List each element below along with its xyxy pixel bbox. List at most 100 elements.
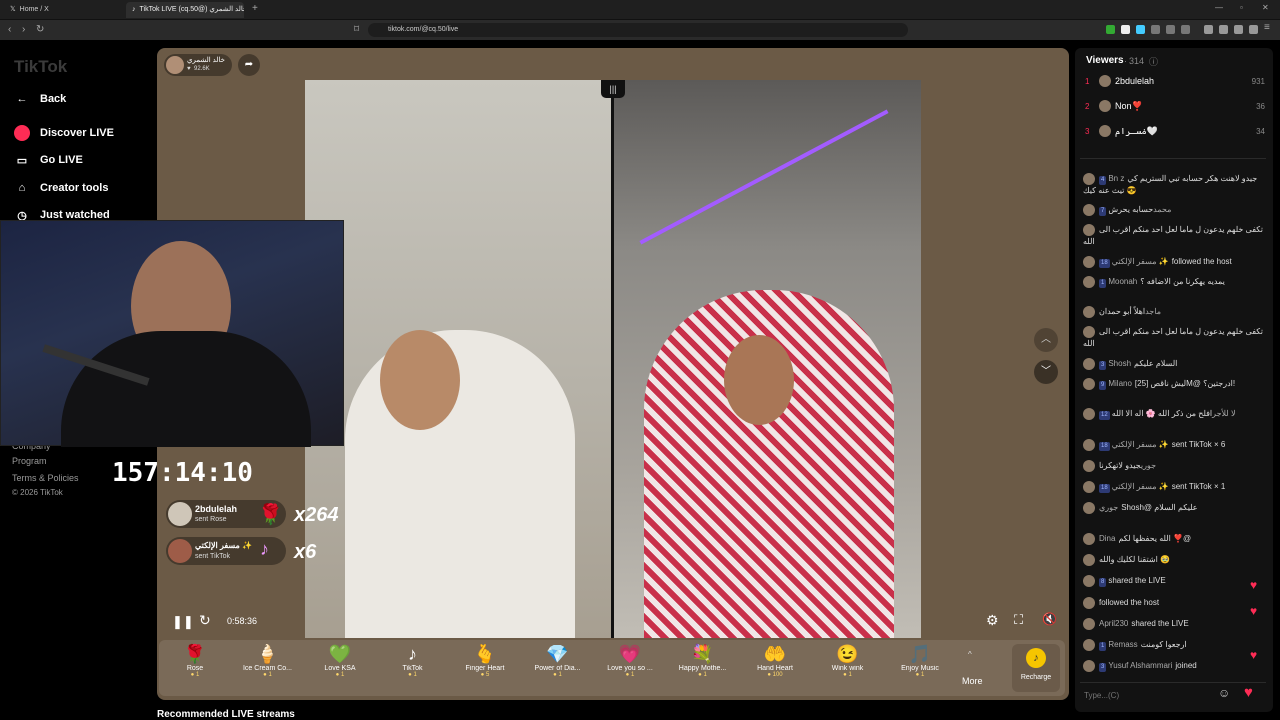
footer-terms-link[interactable]: Terms & Policies: [12, 473, 79, 483]
info-icon[interactable]: ⓘ: [1149, 55, 1158, 68]
avatar: [1083, 408, 1095, 420]
maximize-icon[interactable]: ▫: [1240, 3, 1243, 12]
url-field[interactable]: tiktok.com/@cq.50/live: [368, 23, 908, 37]
gift-item[interactable]: 🍦 Ice Cream Co... ● 1: [232, 643, 304, 693]
gift-item[interactable]: 💗 Love you so ... ● 1: [594, 643, 666, 693]
previous-live-icon[interactable]: ︿: [1034, 328, 1058, 352]
next-live-icon[interactable]: ﹀: [1034, 360, 1058, 384]
gift-name: Love you so ...: [607, 665, 653, 672]
avatar: [1083, 358, 1095, 370]
chat-username[interactable]: Milano: [1108, 379, 1132, 388]
fullscreen-icon[interactable]: ⛶: [1014, 612, 1023, 628]
extension-icon[interactable]: [1121, 25, 1130, 34]
extension-icon[interactable]: [1181, 25, 1190, 34]
emoji-icon[interactable]: ☺: [1218, 686, 1230, 700]
minimize-icon[interactable]: —: [1215, 3, 1223, 12]
chat-username[interactable]: Dina: [1099, 534, 1115, 543]
refresh-icon[interactable]: ↻: [199, 612, 211, 629]
menu-icon[interactable]: ≡: [1264, 22, 1270, 33]
shield-icon[interactable]: [1249, 25, 1258, 34]
back-arrow-icon[interactable]: ‹: [8, 22, 11, 38]
close-window-icon[interactable]: ✕: [1262, 3, 1269, 12]
extension-icon[interactable]: [1106, 25, 1115, 34]
pause-icon[interactable]: ❚❚: [172, 614, 194, 630]
viewer-row[interactable]: 2 Non❣️ 36: [1085, 98, 1265, 114]
live-video-left[interactable]: [305, 80, 612, 638]
gift-item[interactable]: 💎 Power of Dia... ● 1: [522, 643, 594, 693]
tiktok-logo[interactable]: TikTok: [14, 57, 67, 77]
gift-item[interactable]: 💚 Love KSA ● 1: [304, 643, 376, 693]
tab-tiktok-live[interactable]: ♪ TikTok LIVE (cq.50@) خالد الشمري: [126, 2, 244, 18]
gift-item[interactable]: 💐 Happy Mothe... ● 1: [667, 643, 739, 693]
extension-icon[interactable]: [1166, 25, 1175, 34]
level-badge: 3: [1099, 361, 1107, 371]
viewer-row[interactable]: 3 ݥسـرام🤍 34: [1085, 123, 1265, 139]
extension-icon[interactable]: [1234, 25, 1243, 34]
chat-username[interactable]: ماجد: [1145, 307, 1161, 316]
sidebar-item-creator-tools[interactable]: ⌂ Creator tools: [14, 178, 109, 198]
reload-icon[interactable]: ↻: [36, 22, 44, 38]
sidebar-toggle-icon[interactable]: [1204, 25, 1213, 34]
host-name: خالد الشمري: [187, 57, 225, 64]
streamer-webcam-overlay: [0, 220, 344, 447]
chat-username[interactable]: محمد: [1153, 205, 1171, 214]
chat-username[interactable]: Moonah: [1108, 277, 1137, 286]
new-tab-button[interactable]: +: [252, 3, 258, 14]
settings-gear-icon[interactable]: ⚙: [986, 612, 999, 629]
gift-cost: ● 1: [843, 672, 852, 678]
chat-username[interactable]: April230: [1099, 619, 1128, 628]
gift-item[interactable]: 🎵 Enjoy Music ● 1: [884, 643, 956, 693]
share-icon[interactable]: ➦: [238, 54, 260, 76]
gift-item[interactable]: 🌹 Rose ● 1: [159, 643, 231, 693]
floating-heart-icon: ♥: [1250, 648, 1258, 662]
chat-username[interactable]: Remass: [1108, 640, 1137, 649]
gift-icon: 💚: [328, 644, 352, 664]
gift-item[interactable]: 🤲 Hand Heart ● 100: [739, 643, 811, 693]
more-gifts-button[interactable]: More: [962, 676, 983, 686]
recharge-button[interactable]: ♪ Recharge: [1012, 644, 1060, 692]
chat-username[interactable]: Yusuf Alshammari: [1108, 661, 1172, 670]
chat-message: 1 Moonah يمديه يهكرنا من الاضافه ؟: [1083, 276, 1265, 289]
forward-arrow-icon[interactable]: ›: [22, 22, 25, 38]
viewer-rank: 3: [1085, 126, 1090, 136]
avatar: [1083, 533, 1095, 545]
avatar: [1083, 276, 1095, 288]
mute-icon[interactable]: 🔇: [1042, 612, 1057, 626]
gift-item[interactable]: ♪ TikTok ● 1: [377, 643, 449, 693]
gift-action: sent TikTok: [195, 553, 231, 560]
floating-heart-icon: ♥: [1250, 604, 1258, 618]
chat-username[interactable]: لا للأجر: [1212, 409, 1235, 418]
viewer-row[interactable]: 1 2bdulelah 931: [1085, 73, 1265, 89]
back-button[interactable]: ← Back: [14, 89, 67, 109]
live-video-right[interactable]: [614, 80, 921, 638]
extension-icon[interactable]: [1151, 25, 1160, 34]
chevron-up-icon[interactable]: ^: [968, 650, 972, 659]
sidebar-item-discover-live[interactable]: Discover LIVE: [14, 123, 114, 143]
chat-username[interactable]: مسفر الإلكتي ✨: [1112, 482, 1169, 491]
host-chip[interactable]: خالد الشمري ♥ 92.6K: [164, 54, 232, 76]
chat-username[interactable]: Bn z: [1108, 174, 1124, 183]
avatar: [1083, 204, 1095, 216]
gift-name: TikTok: [402, 665, 423, 672]
viewer-name: ݥسـرام🤍: [1115, 125, 1158, 136]
chat-username[interactable]: Shosh: [1108, 359, 1131, 368]
chat-input[interactable]: [1084, 688, 1214, 702]
tab-home-x[interactable]: 𝕏 Home / X: [4, 2, 122, 18]
gift-item[interactable]: 😉 Wink wink ● 1: [812, 643, 884, 693]
chat-username[interactable]: جوري: [1099, 503, 1118, 512]
like-heart-icon[interactable]: ♥: [1244, 684, 1253, 701]
footer-program-link[interactable]: Program: [12, 456, 47, 466]
chat-username[interactable]: جوري: [1141, 461, 1156, 470]
chat-username[interactable]: مسفر الإلكتي ✨: [1112, 257, 1169, 266]
avatar: [1083, 326, 1095, 338]
bookmark-icon[interactable]: ⌑: [354, 22, 359, 38]
chat-input-bar: ☺ ♥: [1080, 682, 1266, 706]
sidebar-item-go-live[interactable]: ▭ Go LIVE: [14, 150, 83, 170]
chat-username[interactable]: مسفر الإلكتي ✨: [1112, 440, 1169, 449]
chat-text: تكفى خلهم يدعون ل ماما لعل احد منكم اقرب…: [1083, 327, 1263, 348]
wallet-icon[interactable]: [1219, 25, 1228, 34]
extension-icon[interactable]: [1136, 25, 1145, 34]
gift-item[interactable]: 🫰 Finger Heart ● 5: [449, 643, 521, 693]
level-badge: 12: [1099, 411, 1110, 421]
chat-text: shared the LIVE: [1108, 576, 1166, 586]
